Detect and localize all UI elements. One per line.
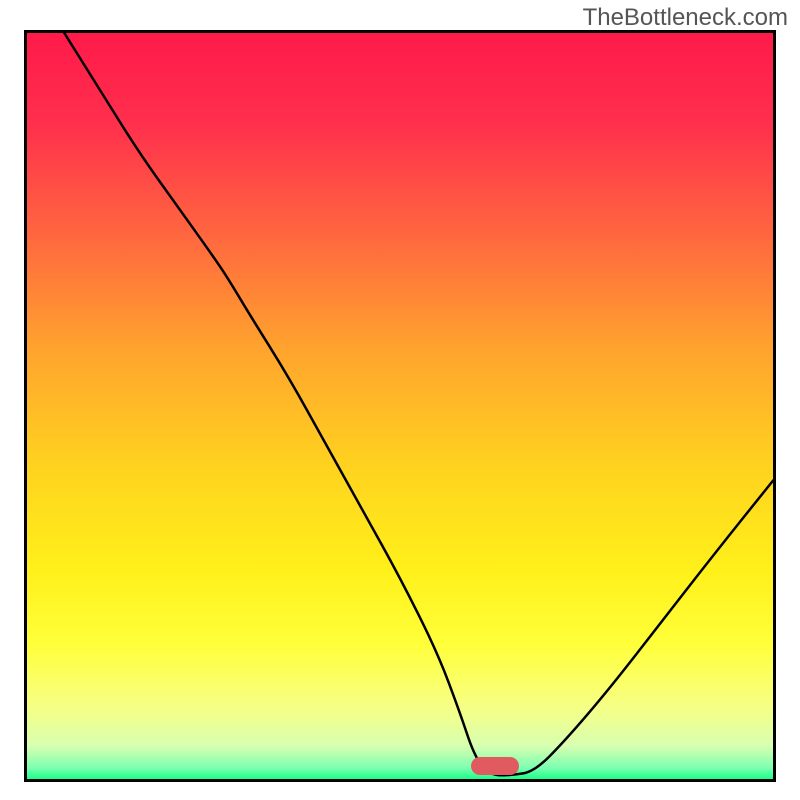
optimal-marker [471, 757, 519, 775]
curve-line [27, 33, 773, 779]
plot-frame [24, 30, 776, 782]
chart-container: TheBottleneck.com [0, 0, 800, 800]
watermark-text: TheBottleneck.com [583, 4, 788, 32]
